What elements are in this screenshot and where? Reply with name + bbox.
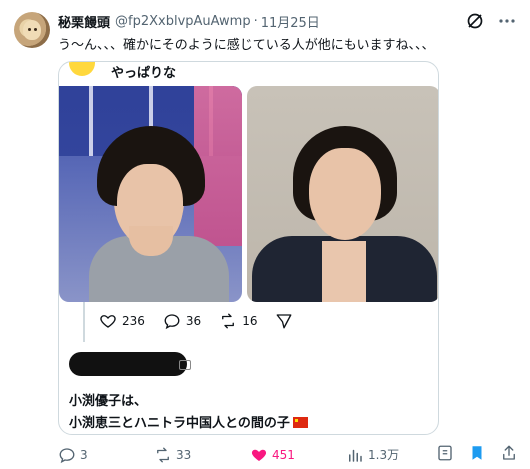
- top-icons: [466, 12, 516, 30]
- quote-share[interactable]: [275, 312, 293, 330]
- retweet-icon: [157, 447, 169, 462]
- retweet-icon: [222, 313, 235, 329]
- redacted-badge: [179, 360, 191, 370]
- quote-retweet[interactable]: 16: [219, 312, 257, 330]
- like-button[interactable]: 451: [250, 446, 346, 464]
- reply-text-line2-text: 小渕恵三とハニトラ中国人との間の子: [69, 416, 290, 431]
- tweet-actions-right: [436, 444, 518, 465]
- bookmark-icon[interactable]: [468, 444, 486, 465]
- retweet-button[interactable]: 33: [154, 446, 250, 464]
- quote-retweet-count: 16: [242, 314, 258, 328]
- quote-actions: 236 36 16: [99, 312, 311, 330]
- display-name[interactable]: 秘栗饅頭: [58, 12, 110, 31]
- more-icon[interactable]: [498, 12, 516, 30]
- views-chart-icon: [349, 449, 362, 462]
- quote-title: やっぱりな: [111, 66, 177, 81]
- photo-right[interactable]: [247, 86, 438, 302]
- quoted-tweet[interactable]: やっぱりな 236 36 16 小渕優子は、 小渕恵三とハニトラ中国人との間の子: [58, 61, 439, 435]
- views-button[interactable]: 1.3万: [346, 446, 436, 464]
- views-count: 1.3万: [368, 448, 400, 462]
- grok-icon[interactable]: [466, 12, 484, 30]
- reply-count: 3: [80, 447, 88, 462]
- thread-line: [83, 302, 85, 342]
- like-count: 451: [272, 447, 295, 462]
- tweet-actions: 3 33 451 1.3万: [58, 444, 518, 465]
- retweet-count: 33: [176, 447, 192, 462]
- tweet-header: 秘栗饅頭 @fp2XxblvpAuAwmp · 11月25日: [58, 12, 320, 31]
- quote-avatar[interactable]: [69, 62, 95, 76]
- quote-like-count: 236: [122, 314, 145, 328]
- quote-reply[interactable]: 36: [163, 312, 201, 330]
- quote-reply-count: 36: [185, 314, 202, 328]
- user-handle[interactable]: @fp2XxblvpAuAwmp: [115, 14, 251, 29]
- redacted-name: [69, 352, 187, 376]
- reply-icon: [164, 314, 180, 330]
- tweet-date[interactable]: 11月25日: [261, 12, 320, 31]
- author-avatar[interactable]: [14, 12, 50, 48]
- send-icon: [277, 314, 292, 329]
- separator-dot: ·: [253, 13, 258, 29]
- heart-icon: [100, 315, 116, 328]
- reply-button[interactable]: 3: [58, 446, 118, 464]
- reply-text-line2: 小渕恵三とハニトラ中国人との間の子: [69, 412, 308, 431]
- photo-left[interactable]: [59, 86, 242, 302]
- grok-analyze-icon[interactable]: [436, 444, 454, 465]
- china-flag-icon: [292, 417, 308, 428]
- heart-filled-icon: [251, 449, 267, 461]
- share-icon[interactable]: [500, 444, 518, 465]
- reply-text-line1: 小渕優子は、: [69, 394, 148, 409]
- quote-like[interactable]: 236: [99, 312, 145, 330]
- tweet-text: う～ん、、、確かにそのように感じている人が他にもいますね、、、: [58, 38, 435, 53]
- reply-icon: [59, 447, 75, 463]
